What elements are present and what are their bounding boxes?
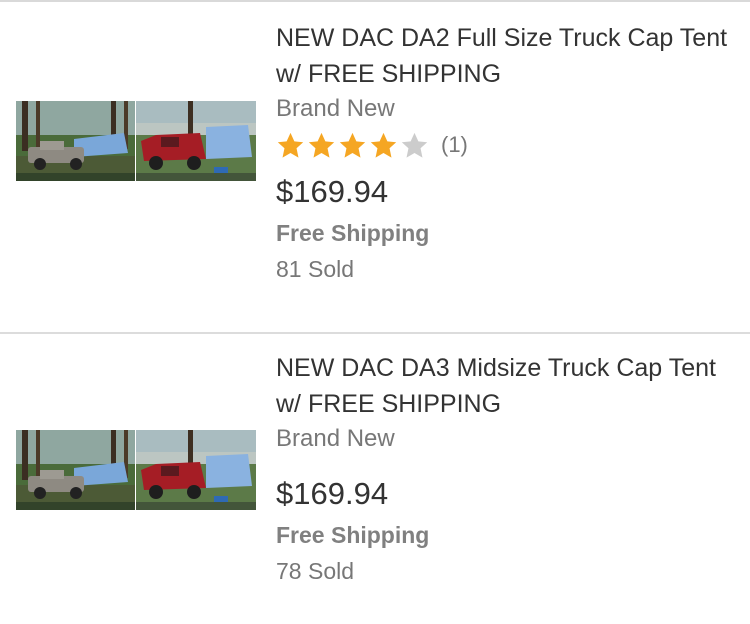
listing-price: $169.94 [276,476,389,511]
listing-title[interactable]: NEW DAC DA2 Full Size Truck Cap Tent w/ … [276,20,736,92]
product-photo-right [136,430,256,510]
listing-price: $169.94 [276,174,389,209]
star-filled-icon [277,132,304,158]
product-photo-left [16,430,135,510]
product-thumbnail[interactable] [16,101,256,181]
listing-condition: Brand New [276,425,395,452]
sold-count: 81 Sold [276,256,355,282]
star-empty-icon [401,132,428,158]
product-thumbnail[interactable] [16,430,256,510]
star-rating [276,131,429,160]
product-photo-right [136,101,256,181]
listing-info: NEW DAC DA3 Midsize Truck Cap Tent w/ FR… [276,350,736,586]
product-photo-left [16,101,135,181]
shipping-info: Free Shipping [276,522,430,548]
shipping-info: Free Shipping [276,220,430,246]
sold-count: 78 Sold [276,558,355,584]
rating-row[interactable]: (1) [276,130,736,160]
star-filled-icon [308,132,335,158]
listing-condition: Brand New [276,95,395,122]
listing-item[interactable]: NEW DAC DA3 Midsize Truck Cap Tent w/ FR… [0,334,750,624]
listing-item[interactable]: NEW DAC DA2 Full Size Truck Cap Tent w/ … [0,2,750,332]
review-count[interactable]: (1) [441,132,468,158]
star-filled-icon [339,132,366,158]
listing-title[interactable]: NEW DAC DA3 Midsize Truck Cap Tent w/ FR… [276,350,736,422]
star-filled-icon [370,132,397,158]
listing-info: NEW DAC DA2 Full Size Truck Cap Tent w/ … [276,20,736,284]
